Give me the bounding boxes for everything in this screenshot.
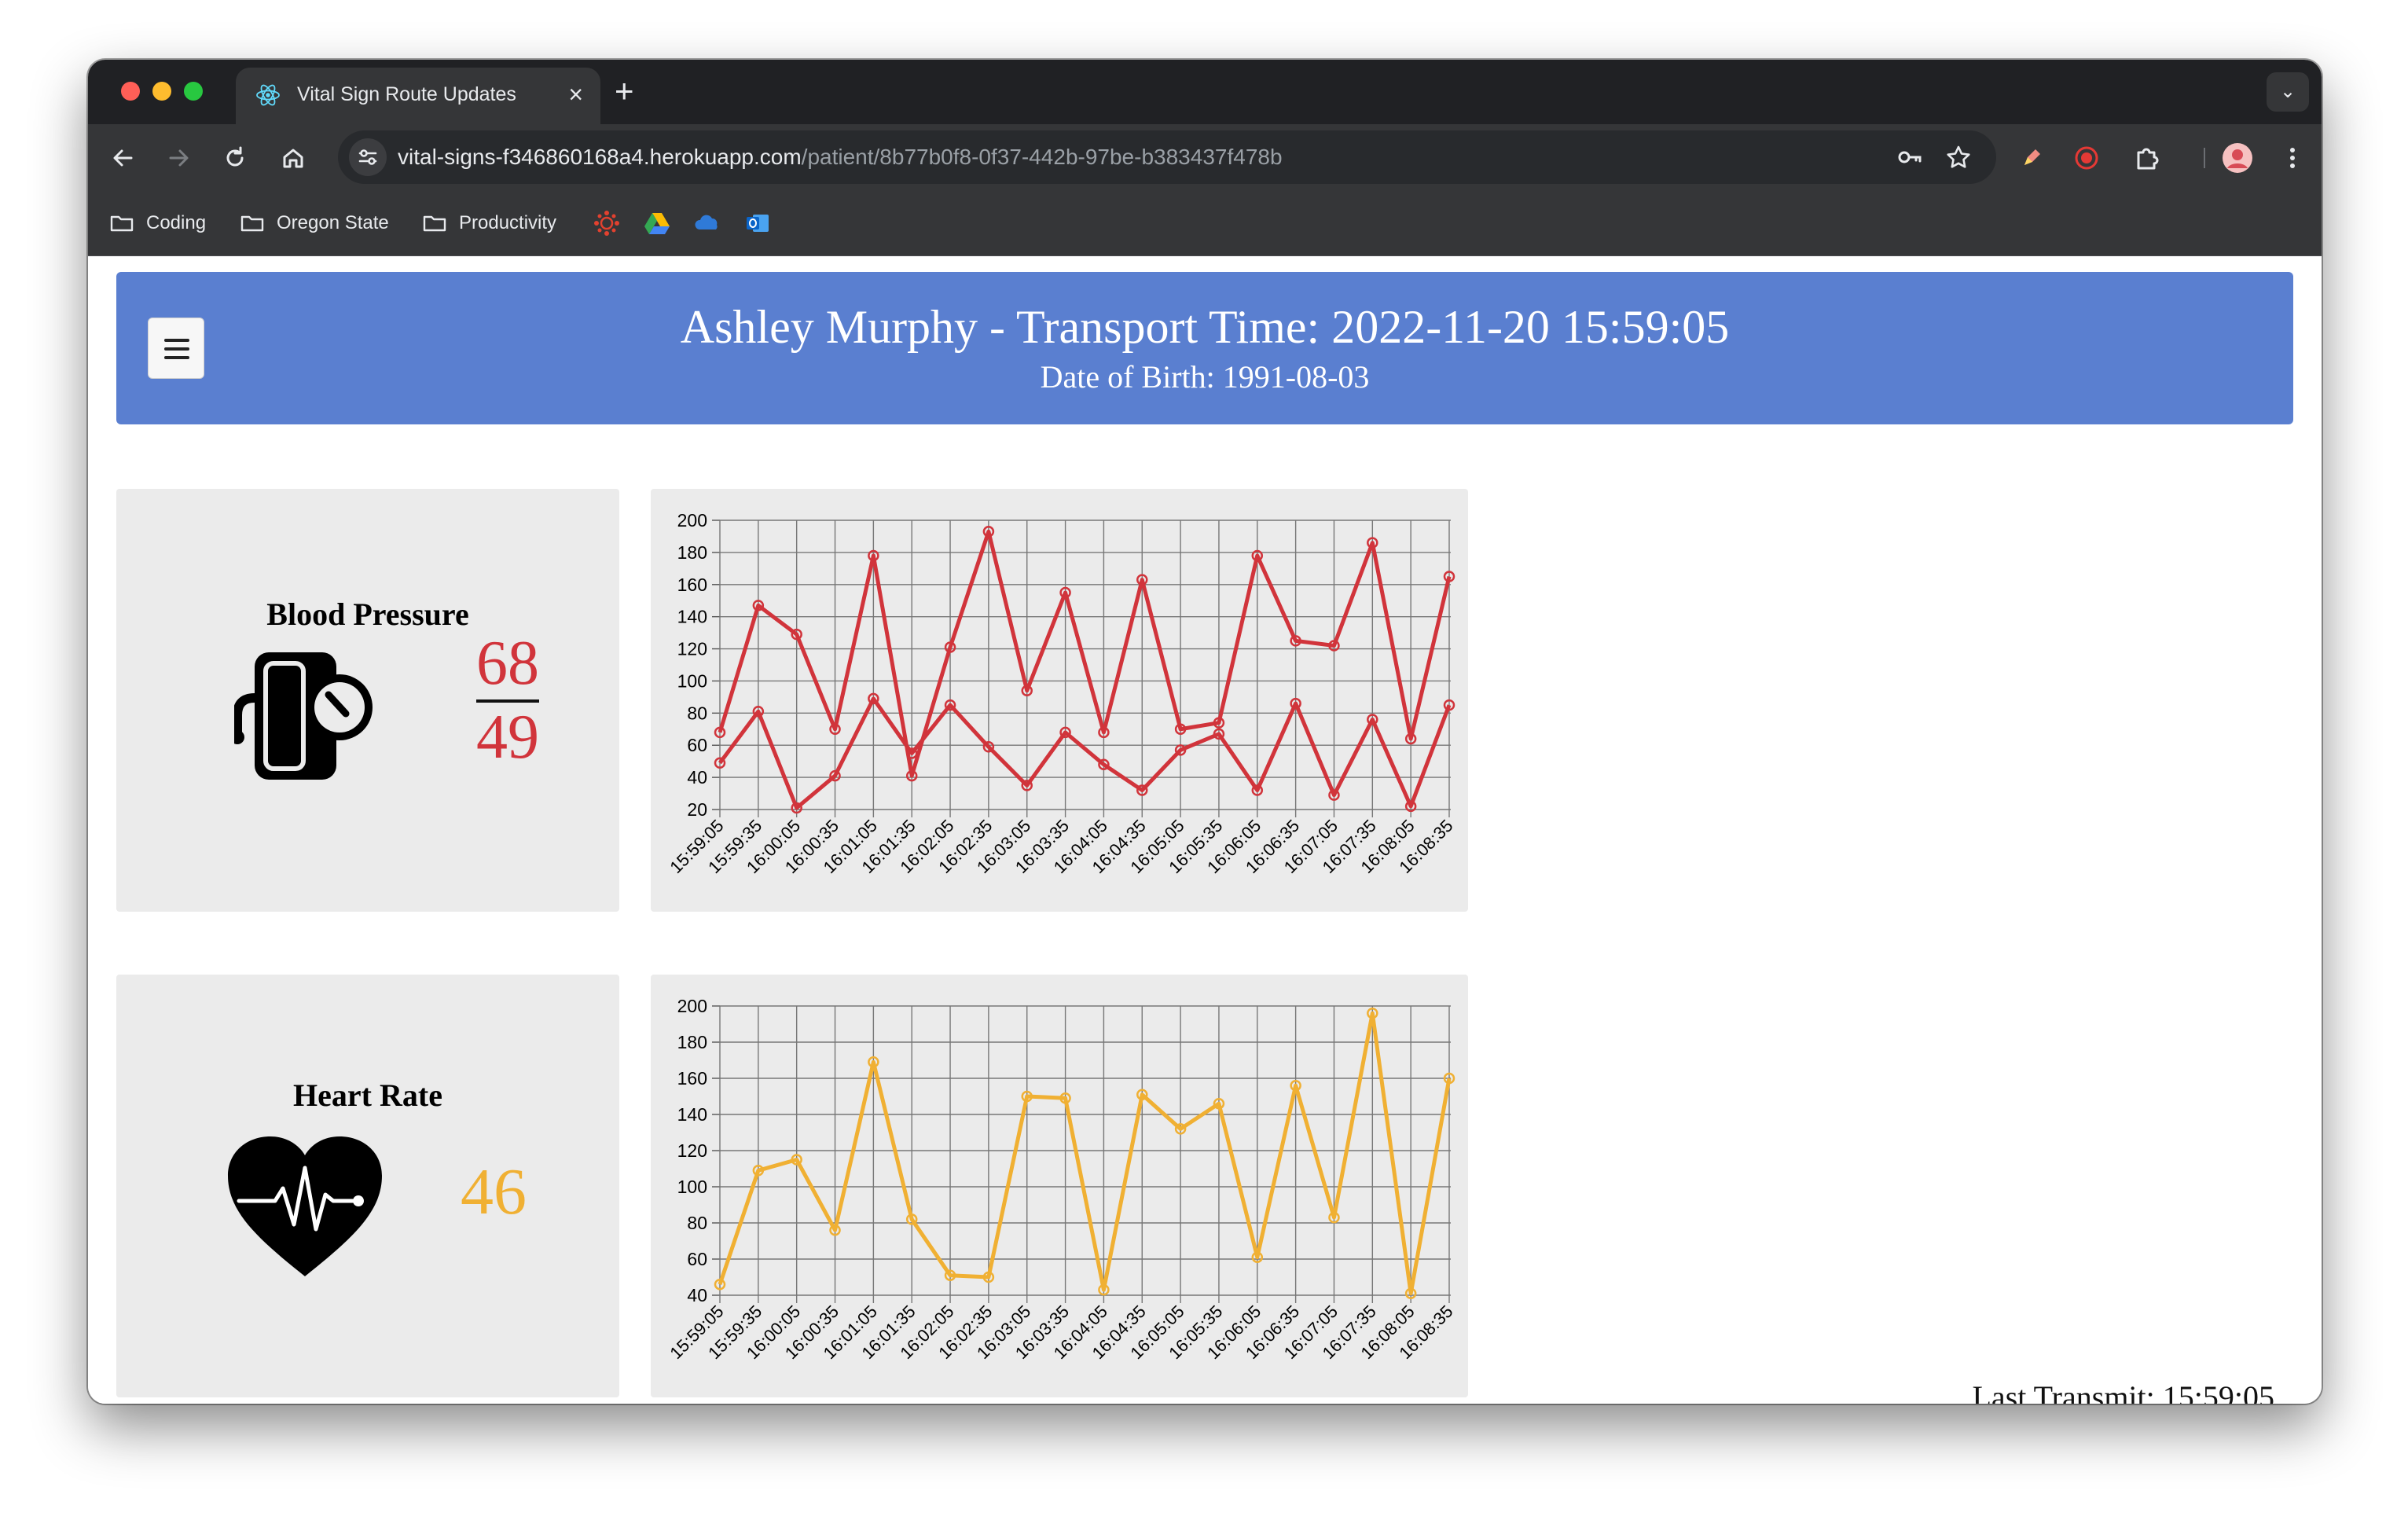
y-tick-label: 20 (687, 799, 707, 820)
y-tick-label: 160 (677, 575, 707, 595)
chart-grid: 2040608010012014016018020015:59:0515:59:… (666, 510, 1456, 877)
y-tick-label: 80 (687, 1213, 707, 1233)
bookmark-folder-productivity[interactable]: Productivity (421, 206, 556, 240)
bookmark-star-icon[interactable] (1940, 138, 1977, 176)
heart-pulse-icon (226, 1136, 384, 1278)
series-line (718, 529, 1452, 778)
diastolic-value: 49 (476, 703, 539, 772)
home-icon (283, 149, 303, 168)
blood-pressure-chart-svg: 2040608010012014016018020015:59:0515:59:… (666, 510, 1456, 877)
bookmark-label: Productivity (459, 212, 557, 233)
tab-strip: Vital Sign Route Updates × + ⌄ (88, 60, 2322, 124)
close-tab-icon[interactable]: × (568, 79, 583, 110)
url-host: vital-signs-f346860168a4.herokuapp.com (398, 145, 802, 169)
forward-arrow-icon (169, 149, 189, 167)
y-tick-label: 140 (677, 1104, 707, 1125)
site-info-button[interactable] (349, 138, 387, 176)
tune-icon (358, 149, 377, 165)
back-arrow-icon (113, 149, 133, 167)
browser-toolbar: vital-signs-f346860168a4.herokuapp.com/p… (88, 124, 2322, 192)
outlook-icon[interactable] (743, 209, 772, 237)
folder-icon (423, 215, 446, 232)
blood-pressure-label: Blood Pressure (266, 597, 469, 632)
password-key-icon[interactable] (1891, 138, 1929, 176)
bookmark-label: Oregon State (277, 212, 389, 233)
chart-grid: 40608010012014016018020015:59:0515:59:35… (666, 996, 1456, 1363)
forward-button[interactable] (159, 138, 198, 178)
heart-rate-card: Heart Rate 46 (116, 975, 619, 1397)
y-tick-label: 40 (687, 767, 707, 788)
blood-pressure-card: Blood Pressure 68 49 (116, 489, 619, 912)
profile-avatar[interactable] (2218, 138, 2257, 178)
reload-icon (226, 146, 244, 167)
heart-rate-label: Heart Rate (293, 1078, 442, 1113)
tab-search-button[interactable]: ⌄ (2267, 72, 2309, 112)
tab-vital-sign-route-updates[interactable]: Vital Sign Route Updates × (236, 68, 600, 124)
home-button[interactable] (273, 138, 313, 178)
canvas-bookmark-icon[interactable] (593, 209, 621, 237)
date-of-birth: Date of Birth: 1991-08-03 (1040, 359, 1370, 395)
address-bar[interactable]: vital-signs-f346860168a4.herokuapp.com/p… (338, 130, 1996, 184)
url-text: vital-signs-f346860168a4.herokuapp.com/p… (398, 145, 1283, 170)
systolic-value: 68 (476, 629, 539, 698)
bookmark-folder-coding[interactable]: Coding (108, 206, 206, 240)
blood-pressure-monitor-icon (230, 649, 377, 783)
page-title: Ashley Murphy - Transport Time: 2022-11-… (680, 301, 1730, 353)
extension-badge-icon[interactable] (2067, 138, 2106, 178)
y-tick-label: 160 (677, 1068, 707, 1089)
folder-icon (240, 215, 264, 232)
heart-rate-value: 46 (461, 1155, 527, 1228)
blood-pressure-chart: 20 40 60 80 100 120 140 160 180 200 15:59:05 15:59:… (651, 489, 1468, 912)
extensions-puzzle-icon[interactable] (2127, 138, 2166, 178)
y-tick-label: 120 (677, 639, 707, 659)
more-menu-icon[interactable] (2273, 138, 2312, 178)
maximize-window-button[interactable] (184, 82, 203, 101)
new-tab-button[interactable]: + (615, 72, 634, 110)
y-tick-label: 140 (677, 607, 707, 627)
y-tick-label: 180 (677, 1032, 707, 1052)
minimize-window-button[interactable] (152, 82, 171, 101)
last-transmit: Last Transmit: 15:59:05 (1972, 1379, 2275, 1404)
heart-rate-chart-svg: 40608010012014016018020015:59:0515:59:35… (666, 996, 1456, 1363)
browser-window: Vital Sign Route Updates × + ⌄ vital-sig… (88, 60, 2322, 1404)
url-path: /patient/8b77b0f8-0f37-442b-97be-b383437… (801, 145, 1283, 169)
react-icon (255, 82, 281, 108)
page-content: Ashley Murphy - Transport Time: 2022-11-… (88, 256, 2322, 1404)
onedrive-icon[interactable] (693, 209, 721, 237)
folder-icon (110, 215, 134, 232)
series-line (718, 1011, 1452, 1296)
y-tick-label: 100 (677, 670, 707, 691)
y-tick-label: 120 (677, 1140, 707, 1161)
heart-rate-chart: 40 60 80 100 120 140 160 180 200 15:59:05 15:59:35… (651, 975, 1468, 1397)
series-0 (714, 526, 1455, 782)
bookmark-folder-oregon-state[interactable]: Oregon State (239, 206, 389, 240)
back-button[interactable] (104, 138, 143, 178)
bookmarks-bar: Coding Oregon State Productivity (88, 192, 2322, 256)
y-tick-label: 100 (677, 1177, 707, 1197)
y-tick-label: 200 (677, 510, 707, 531)
y-tick-label: 180 (677, 542, 707, 563)
patient-header: Ashley Murphy - Transport Time: 2022-11-… (116, 272, 2293, 424)
y-tick-label: 60 (687, 1249, 707, 1269)
tab-title: Vital Sign Route Updates (297, 83, 516, 105)
y-tick-label: 200 (677, 996, 707, 1016)
y-tick-label: 60 (687, 735, 707, 755)
close-window-button[interactable] (121, 82, 140, 101)
bookmark-label: Coding (146, 212, 207, 233)
google-drive-icon[interactable] (643, 209, 671, 237)
reload-button[interactable] (215, 138, 255, 178)
pen-extension-icon[interactable] (2012, 138, 2051, 178)
y-tick-label: 40 (687, 1285, 707, 1305)
y-tick-label: 80 (687, 703, 707, 723)
series-0 (714, 1007, 1455, 1299)
